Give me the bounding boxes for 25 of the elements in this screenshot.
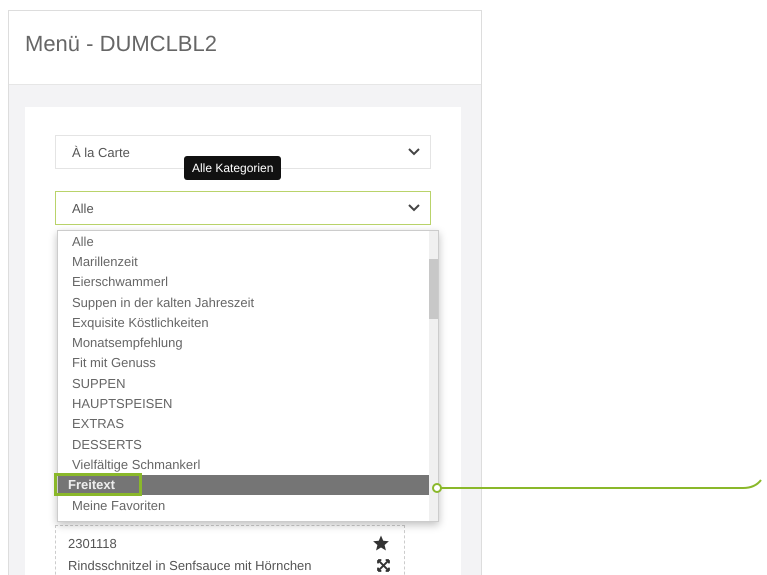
dropdown-option[interactable]: Alle	[72, 234, 94, 249]
select-field[interactable]: Alle	[55, 191, 431, 225]
dropdown-option[interactable]: Eierschwammerl	[72, 274, 168, 290]
item-name: Rindsschnitzel in Senfsauce mit Hörnchen	[68, 558, 312, 572]
dropdown-option[interactable]: Marillenzeit	[72, 254, 138, 269]
dropdown-option[interactable]: DESSERTS	[72, 436, 142, 452]
dropdown-option[interactable]: HAUPTSPEISEN	[72, 396, 172, 412]
menu-item-card[interactable]: 2301118 Rindsschnitzel in Senfsauce mit Hörnchen	[55, 525, 405, 575]
chevron-icon	[408, 148, 420, 156]
chevron-icon	[408, 204, 420, 212]
dropdown-option[interactable]: Suppen in der kalten Jahreszeit	[72, 294, 254, 310]
star-icon[interactable]	[372, 534, 390, 552]
expand-arrows-icon[interactable]	[377, 558, 390, 572]
window-title: Menü - DUMCLBL2	[25, 31, 217, 57]
dropdown-option[interactable]: Meine Favoriten	[72, 498, 166, 512]
dropdown-option[interactable]: Vielfältige Schmankerl	[72, 456, 200, 472]
dropdown-option[interactable]: Freitext	[54, 473, 142, 496]
dropdown-option[interactable]: Monatsempfehlung	[72, 335, 183, 350]
item-number: 2301118	[68, 536, 117, 550]
tooltip: Alle Kategorien	[184, 156, 282, 180]
dropdown-option[interactable]: Exquisite Köstlichkeiten	[72, 314, 209, 330]
dropdown-option[interactable]: EXTRAS	[72, 416, 124, 432]
scrollbar[interactable]	[429, 231, 438, 521]
dropdown-option[interactable]: Fit mit Genuss	[72, 355, 156, 370]
dropdown-option[interactable]: SUPPEN	[72, 376, 126, 391]
